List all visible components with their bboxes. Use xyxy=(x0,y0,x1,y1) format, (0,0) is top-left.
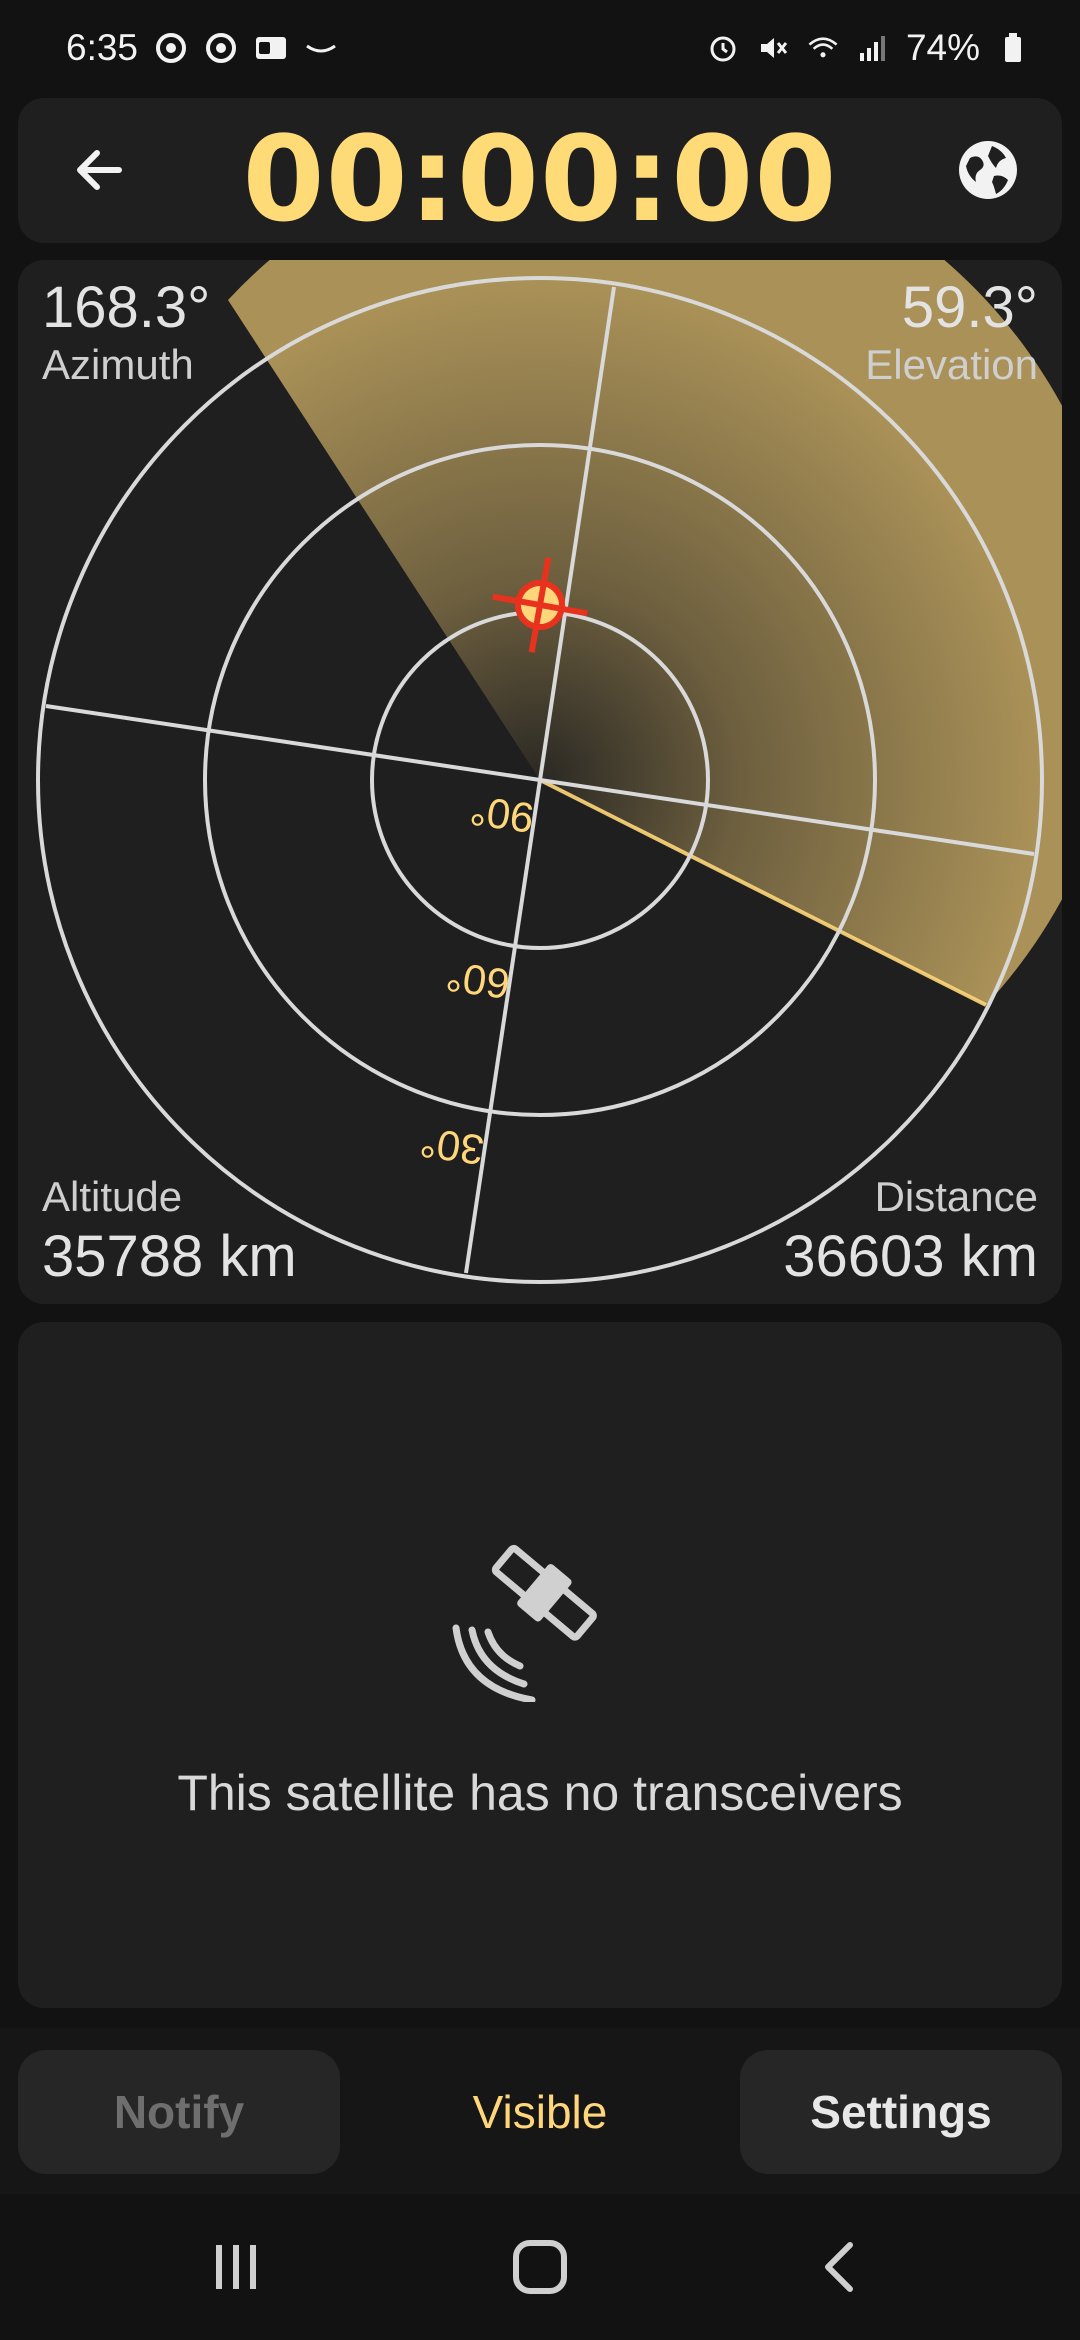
outlook-icon xyxy=(254,31,288,65)
globe-button[interactable] xyxy=(950,132,1026,208)
no-transceivers-message: This satellite has no transceivers xyxy=(177,1765,903,1821)
battery-percent: 74% xyxy=(905,26,980,68)
settings-button[interactable]: Settings xyxy=(740,2050,1062,2174)
altitude-label: Altitude xyxy=(42,1173,183,1220)
battery-icon xyxy=(996,31,1030,65)
distance-value: 36603 km xyxy=(783,1224,1038,1289)
altitude-value: 35788 km xyxy=(42,1224,297,1289)
radar-card: 90° 60° 30° 168.3° Azimuth 59.3° Elevati… xyxy=(18,260,1062,1304)
back-icon xyxy=(825,2242,853,2292)
timer-card: 00:00:00 xyxy=(18,98,1062,248)
satellite-icon xyxy=(452,1544,597,1702)
azimuth-label: Azimuth xyxy=(42,341,194,388)
alarm-icon xyxy=(706,31,740,65)
azimuth-value: 168.3° xyxy=(42,275,211,340)
recents-button[interactable] xyxy=(196,2232,276,2302)
home-icon xyxy=(513,2240,567,2294)
countdown-timer: 00:00:00 xyxy=(242,110,838,248)
ring-label-90: 90° xyxy=(467,787,536,842)
status-bar: 6:35 74% xyxy=(0,0,1080,95)
notify-button[interactable]: Notify xyxy=(18,2050,340,2174)
signal-icon xyxy=(856,31,890,65)
sky-radar: 90° 60° 30° xyxy=(36,260,1062,1284)
azimuth-readout: 168.3° Azimuth xyxy=(42,274,210,389)
chrome-icon xyxy=(154,31,188,65)
elevation-label: Elevation xyxy=(865,341,1038,388)
system-nav-bar xyxy=(0,2194,1080,2340)
ring-label-60: 60° xyxy=(443,953,512,1008)
globe-icon xyxy=(959,141,1017,199)
ring-label-30: 30° xyxy=(417,1119,486,1174)
distance-label: Distance xyxy=(874,1173,1038,1220)
amazon-icon xyxy=(304,31,338,65)
distance-readout: Distance 36603 km xyxy=(783,1173,1038,1290)
transceivers-card: This satellite has no transceivers xyxy=(18,1322,1062,2008)
wifi-icon xyxy=(806,31,840,65)
home-button[interactable] xyxy=(500,2232,580,2302)
nav-back-button[interactable] xyxy=(802,2232,882,2302)
recents-icon xyxy=(216,2245,256,2289)
elevation-readout: 59.3° Elevation xyxy=(865,274,1038,389)
chrome-icon xyxy=(204,31,238,65)
visible-button[interactable]: Visible xyxy=(380,2050,700,2174)
bottom-action-bar: Notify Visible Settings xyxy=(0,2028,1080,2194)
elevation-value: 59.3° xyxy=(901,275,1038,340)
status-time: 6:35 xyxy=(66,26,139,68)
mute-icon xyxy=(756,31,790,65)
altitude-readout: Altitude 35788 km xyxy=(42,1173,297,1290)
